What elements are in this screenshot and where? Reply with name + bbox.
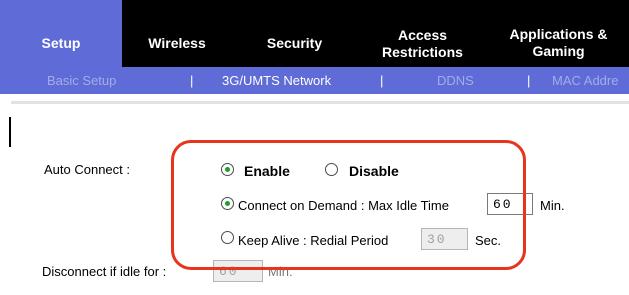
enable-radio[interactable] — [221, 163, 234, 176]
redial-period-input[interactable]: 30 — [421, 228, 468, 250]
max-idle-time-unit: Min. — [540, 198, 565, 213]
subnav-separator: | — [190, 73, 194, 88]
redial-period-unit: Sec. — [475, 233, 502, 248]
connect-on-demand-radio[interactable] — [221, 197, 234, 210]
sub-navigation: Basic Setup | 3G/UMTS Network | DDNS | M… — [0, 67, 629, 94]
content-edge-line — [9, 117, 11, 147]
tab-access-restrictions[interactable]: Access Restrictions — [357, 0, 488, 67]
disable-label[interactable]: Disable — [349, 163, 399, 179]
enable-label[interactable]: Enable — [244, 163, 290, 179]
main-tab-bar: Setup Wireless Security Access Restricti… — [0, 0, 629, 67]
tab-wireless[interactable]: Wireless — [122, 0, 232, 67]
disable-radio[interactable] — [325, 163, 338, 176]
tab-applications-gaming[interactable]: Applications & Gaming — [488, 0, 629, 67]
subnav-separator: | — [380, 73, 384, 88]
auto-connect-label: Auto Connect : — [44, 162, 130, 177]
tab-security[interactable]: Security — [232, 0, 357, 67]
subnav-ddns[interactable]: DDNS — [437, 73, 474, 88]
disconnect-idle-input[interactable]: 60 — [213, 260, 263, 282]
disconnect-idle-label: Disconnect if idle for : — [42, 264, 167, 279]
keep-alive-radio[interactable] — [221, 231, 234, 244]
max-idle-time-input[interactable]: 60 — [487, 193, 533, 215]
keep-alive-label[interactable]: Keep Alive : Redial Period — [238, 233, 388, 248]
subnav-basic-setup[interactable]: Basic Setup — [47, 73, 116, 88]
connect-on-demand-label[interactable]: Connect on Demand : Max Idle Time — [238, 198, 449, 213]
subnav-separator: | — [527, 73, 531, 88]
subnav-mac-address[interactable]: MAC Addre — [552, 73, 618, 88]
subnav-3g-umts-network[interactable]: 3G/UMTS Network — [222, 73, 331, 88]
disconnect-idle-unit: Min. — [268, 264, 293, 279]
tab-setup[interactable]: Setup — [0, 0, 122, 67]
section-divider — [11, 101, 629, 104]
